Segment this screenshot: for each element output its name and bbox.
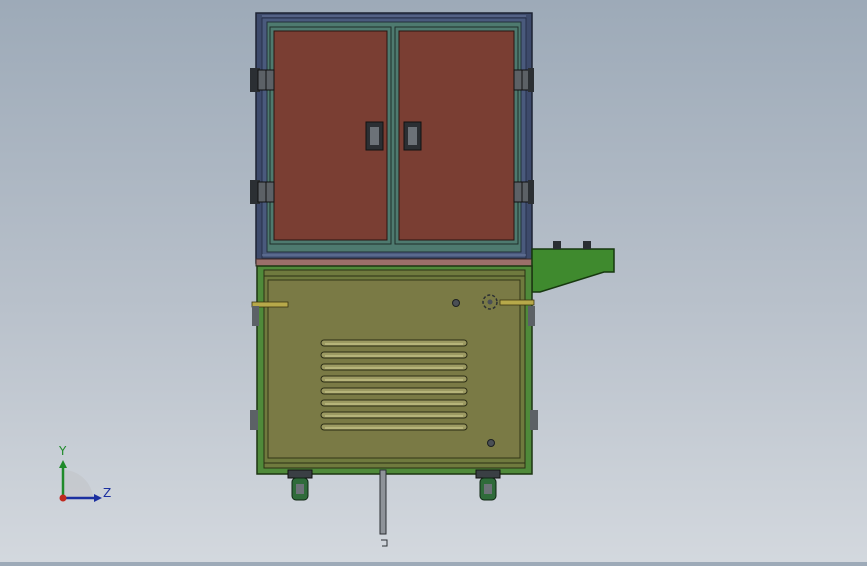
y-axis-label: Y [58, 444, 67, 458]
vent-slot [320, 363, 468, 371]
cad-3d-viewport[interactable]: Y Z [0, 0, 867, 562]
vent-slot [320, 375, 468, 383]
divider-plate [255, 258, 533, 267]
lower-cabinet [250, 265, 538, 475]
vent-slot [320, 339, 468, 347]
orientation-triad[interactable]: Y Z [58, 444, 111, 502]
triad-plane [63, 469, 93, 498]
hinge-left-top [250, 68, 275, 92]
mount-hole-top-left [452, 299, 460, 307]
x-axis-origin [59, 494, 67, 502]
vent-slot [320, 351, 468, 359]
model-render: Y Z [58, 12, 615, 547]
vent-slot [320, 411, 468, 419]
right-door-handle[interactable] [403, 121, 422, 151]
side-bracket-right [530, 410, 538, 430]
left-door-handle[interactable] [365, 121, 384, 151]
vent-slot [320, 387, 468, 395]
support-rod [379, 469, 388, 547]
hinge-left-bottom [250, 180, 275, 204]
z-axis-label: Z [103, 486, 111, 500]
vent-slot [320, 423, 468, 431]
hinge-right-top [513, 68, 534, 92]
caster-right [475, 469, 501, 501]
side-bracket-left [250, 410, 258, 430]
y-axis-arrowhead [59, 460, 67, 468]
side-shelf-bracket [531, 241, 615, 293]
upper-cabinet [250, 12, 534, 264]
z-axis-arrowhead [94, 494, 102, 502]
mount-hole-bottom-right [487, 439, 495, 447]
hinge-right-bottom [513, 180, 534, 204]
left-door[interactable] [269, 26, 392, 245]
right-door[interactable] [394, 26, 519, 245]
caster-left [287, 469, 313, 501]
vent-slot [320, 399, 468, 407]
